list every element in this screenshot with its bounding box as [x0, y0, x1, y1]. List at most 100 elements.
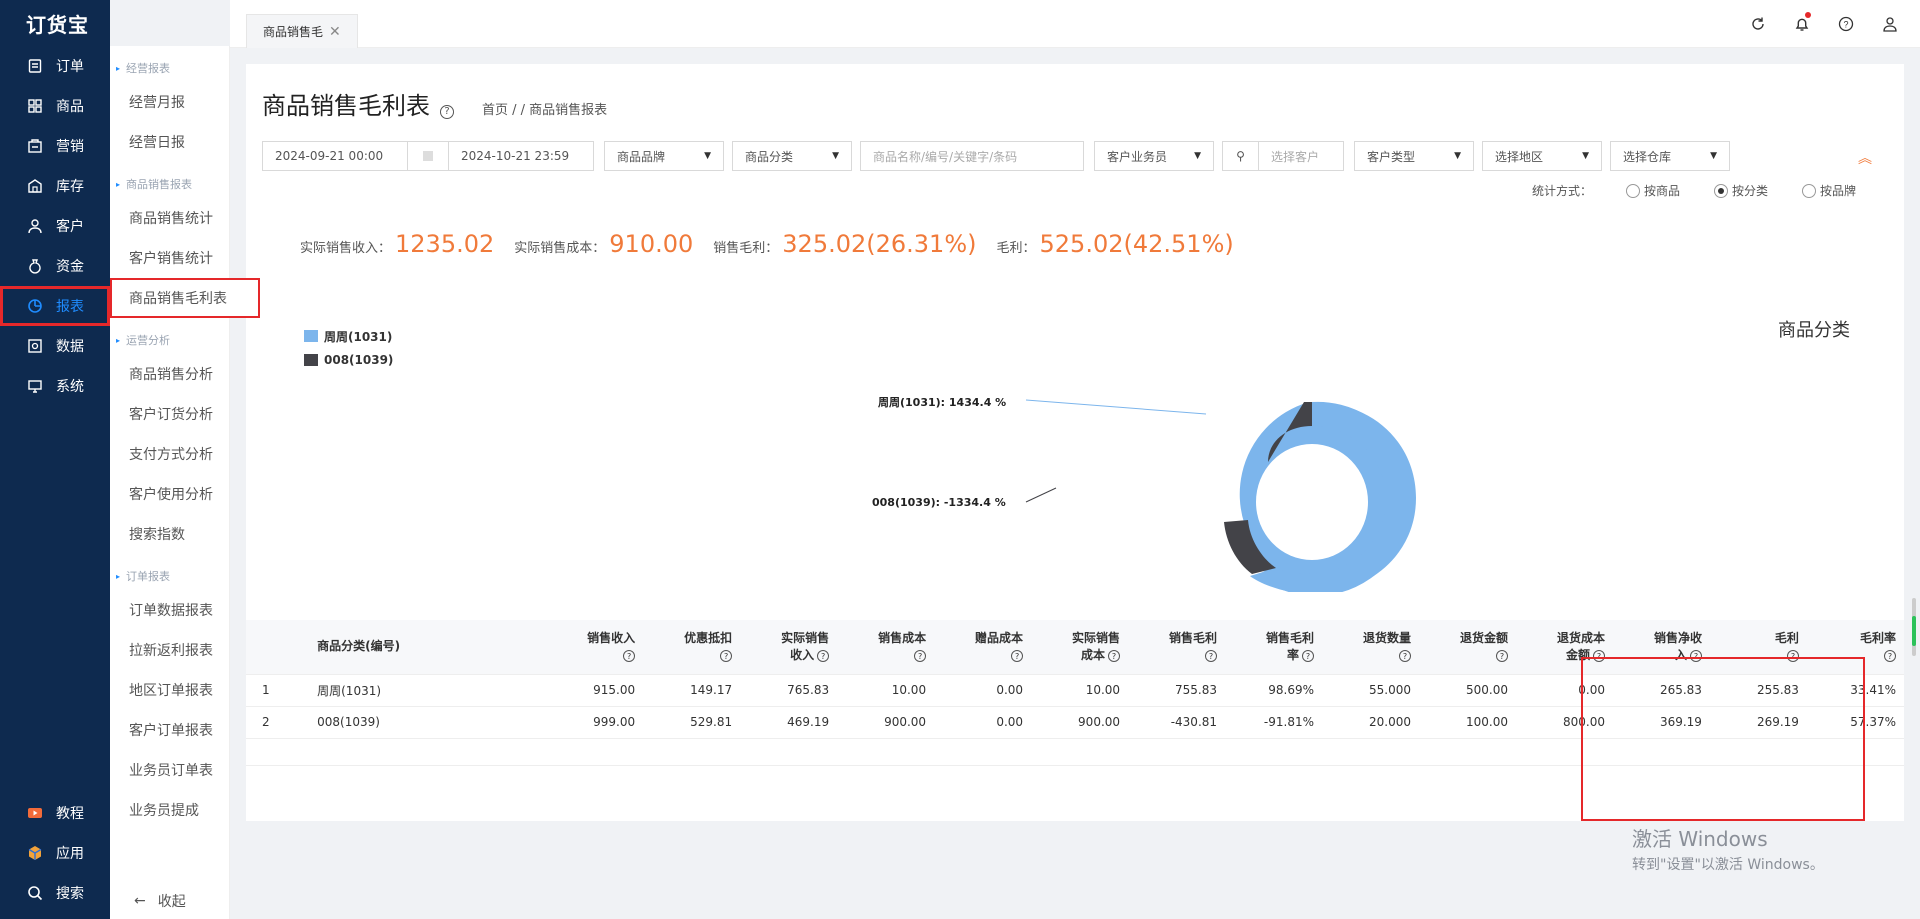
submenu-item[interactable]: 订单数据报表 — [110, 590, 229, 630]
help-icon[interactable]: ? — [1302, 650, 1315, 663]
help-icon[interactable]: ? — [1011, 650, 1024, 663]
column-header: 退货数量? — [1322, 620, 1419, 675]
nav-item-label: 搜索 — [56, 886, 84, 902]
table-cell: 369.19 — [1612, 706, 1710, 739]
brand-select[interactable]: 商品品牌 ▼ — [604, 141, 724, 171]
submenu-item[interactable]: 经营月报 — [110, 82, 229, 122]
bell-icon[interactable] — [1792, 12, 1812, 34]
submenu-item[interactable]: 经营日报 — [110, 122, 229, 162]
user-icon[interactable] — [1880, 14, 1900, 34]
table-cell: 0.00 — [934, 674, 1032, 707]
help-icon[interactable]: ? — [1884, 650, 1896, 663]
order-icon — [26, 57, 44, 75]
help-icon[interactable]: ? — [914, 650, 927, 663]
table-row[interactable]: 1 周周(1031) 915.00 149.17 765.83 10.00 0.00 10.0… — [246, 674, 1904, 707]
table-cell: 008(1039) — [301, 706, 547, 739]
help-icon[interactable]: ? — [1592, 650, 1605, 663]
calendar-icon[interactable] — [408, 141, 448, 171]
keyword-input[interactable]: 商品名称/编号/关键字/条码 — [860, 141, 1084, 171]
collapse-button[interactable]: ← 收起 — [134, 891, 186, 911]
nav-item-data[interactable]: 数据 — [0, 326, 110, 366]
submenu-item[interactable]: 商品销售毛利表 — [110, 278, 260, 318]
table-cell: 265.83 — [1612, 674, 1710, 707]
customer-type-select[interactable]: 客户类型 ▼ — [1354, 141, 1474, 171]
submenu-item[interactable]: 客户订单报表 — [110, 710, 229, 750]
submenu-item[interactable]: 业务员提成 — [110, 790, 229, 830]
salesman-select[interactable]: 客户业务员 ▼ — [1094, 141, 1214, 171]
radio-by-brand[interactable]: 按品牌 — [1801, 182, 1856, 199]
radio-by-product[interactable]: 按商品 — [1625, 182, 1680, 199]
close-icon[interactable]: ✕ — [329, 24, 341, 40]
caret-right-icon: ▸ — [116, 63, 121, 73]
table-cell: 57.37% — [1806, 706, 1904, 739]
help-icon[interactable]: ? — [817, 650, 830, 663]
category-select[interactable]: 商品分类 ▼ — [732, 141, 852, 171]
windows-watermark: 激活 Windows 转到"设置"以激活 Windows。 — [1632, 827, 1824, 873]
double-chevron-up-icon[interactable]: ︽ — [1858, 148, 1872, 168]
submenu-item[interactable]: 客户使用分析 — [110, 474, 229, 514]
help-icon[interactable]: ? — [720, 650, 733, 663]
main-content: 商品销售毛利表 ? 首页 / / 商品销售报表 2024-09-21 00:00… — [246, 64, 1904, 821]
help-icon[interactable]: ? — [623, 650, 636, 663]
table-cell: 469.19 — [740, 706, 838, 739]
submenu-item[interactable]: 客户订货分析 — [110, 394, 229, 434]
submenu-item[interactable]: 客户销售统计 — [110, 238, 229, 278]
nav-item-monitor[interactable]: 系统 — [0, 366, 110, 406]
help-icon[interactable]: ? — [1836, 14, 1856, 34]
warehouse-select[interactable]: 选择仓库 ▼ — [1610, 141, 1730, 171]
table-cell: 0.00 — [1515, 674, 1613, 707]
tab-gross-profit[interactable]: 商品销售毛 ✕ — [246, 14, 358, 48]
help-icon[interactable]: ? — [440, 104, 454, 119]
search-icon — [26, 884, 44, 902]
submenu-item[interactable]: 商品销售统计 — [110, 198, 229, 238]
refresh-icon[interactable] — [1748, 14, 1768, 34]
nav-item-warehouse[interactable]: 库存 — [0, 166, 110, 206]
help-icon[interactable]: ? — [1689, 650, 1702, 663]
summary-bar: 实际销售收入： 1235.02 实际销售成本： 910.00 销售毛利： 325.02… — [300, 230, 1234, 258]
nav-item-marketing[interactable]: 营销 — [0, 126, 110, 166]
submenu-item[interactable]: 商品销售分析 — [110, 354, 229, 394]
nav-item-pie-chart[interactable]: 报表 — [0, 286, 110, 326]
submenu-item[interactable]: 业务员订单表 — [110, 750, 229, 790]
customer-input[interactable]: 选择客户 — [1258, 141, 1344, 171]
submenu-item[interactable]: 支付方式分析 — [110, 434, 229, 474]
table-row[interactable]: 2 008(1039) 999.00 529.81 469.19 900.00 0.00 90… — [246, 706, 1904, 739]
help-icon[interactable]: ? — [1495, 650, 1508, 663]
submenu-item[interactable]: 拉新返利报表 — [110, 630, 229, 670]
caret-down-icon: ▼ — [1454, 151, 1461, 161]
end-date-input[interactable]: 2024-10-21 23:59 — [448, 141, 594, 171]
radio-by-category[interactable]: 按分类 — [1713, 182, 1768, 199]
caret-right-icon: ▸ — [116, 179, 121, 189]
scrollbar[interactable] — [1912, 598, 1916, 656]
table-cell: 10.00 — [1031, 674, 1129, 707]
nav-item-money-bag[interactable]: 资金 — [0, 246, 110, 286]
table-cell: 98.69% — [1225, 674, 1323, 707]
user-icon — [26, 217, 44, 235]
table-cell: 800.00 — [1515, 706, 1613, 739]
column-header: 销售收入? — [546, 620, 644, 675]
help-icon[interactable]: ? — [1786, 650, 1799, 663]
legend-item[interactable]: 周周(1031) — [304, 324, 393, 348]
submenu-item[interactable]: 搜索指数 — [110, 514, 229, 554]
nav-item-video[interactable]: 教程 — [0, 793, 110, 833]
start-date-input[interactable]: 2024-09-21 00:00 — [262, 141, 408, 171]
table-cell: -430.81 — [1128, 706, 1226, 739]
breadcrumb[interactable]: 首页 / / 商品销售报表 — [482, 99, 607, 118]
pie-chart-icon — [26, 297, 44, 315]
submenu-item[interactable]: 地区订单报表 — [110, 670, 229, 710]
nav-item-search[interactable]: 搜索 — [0, 873, 110, 913]
help-icon[interactable]: ? — [1399, 650, 1411, 663]
column-header: 销售毛利率? — [1225, 620, 1323, 675]
caret-down-icon: ▼ — [832, 151, 839, 161]
nav-item-order[interactable]: 订单 — [0, 46, 110, 86]
help-icon[interactable]: ? — [1205, 650, 1218, 663]
help-icon[interactable]: ? — [1108, 650, 1121, 663]
nav-item-user[interactable]: 客户 — [0, 206, 110, 246]
nav-item-grid[interactable]: 商品 — [0, 86, 110, 126]
caret-down-icon: ▼ — [1582, 151, 1589, 161]
column-header: 赠品成本? — [934, 620, 1032, 675]
nav-item-apps[interactable]: 应用 — [0, 833, 110, 873]
caret-down-icon: ▼ — [704, 151, 711, 161]
legend-item[interactable]: 008(1039) — [304, 348, 393, 372]
region-select[interactable]: 选择地区 ▼ — [1482, 141, 1602, 171]
